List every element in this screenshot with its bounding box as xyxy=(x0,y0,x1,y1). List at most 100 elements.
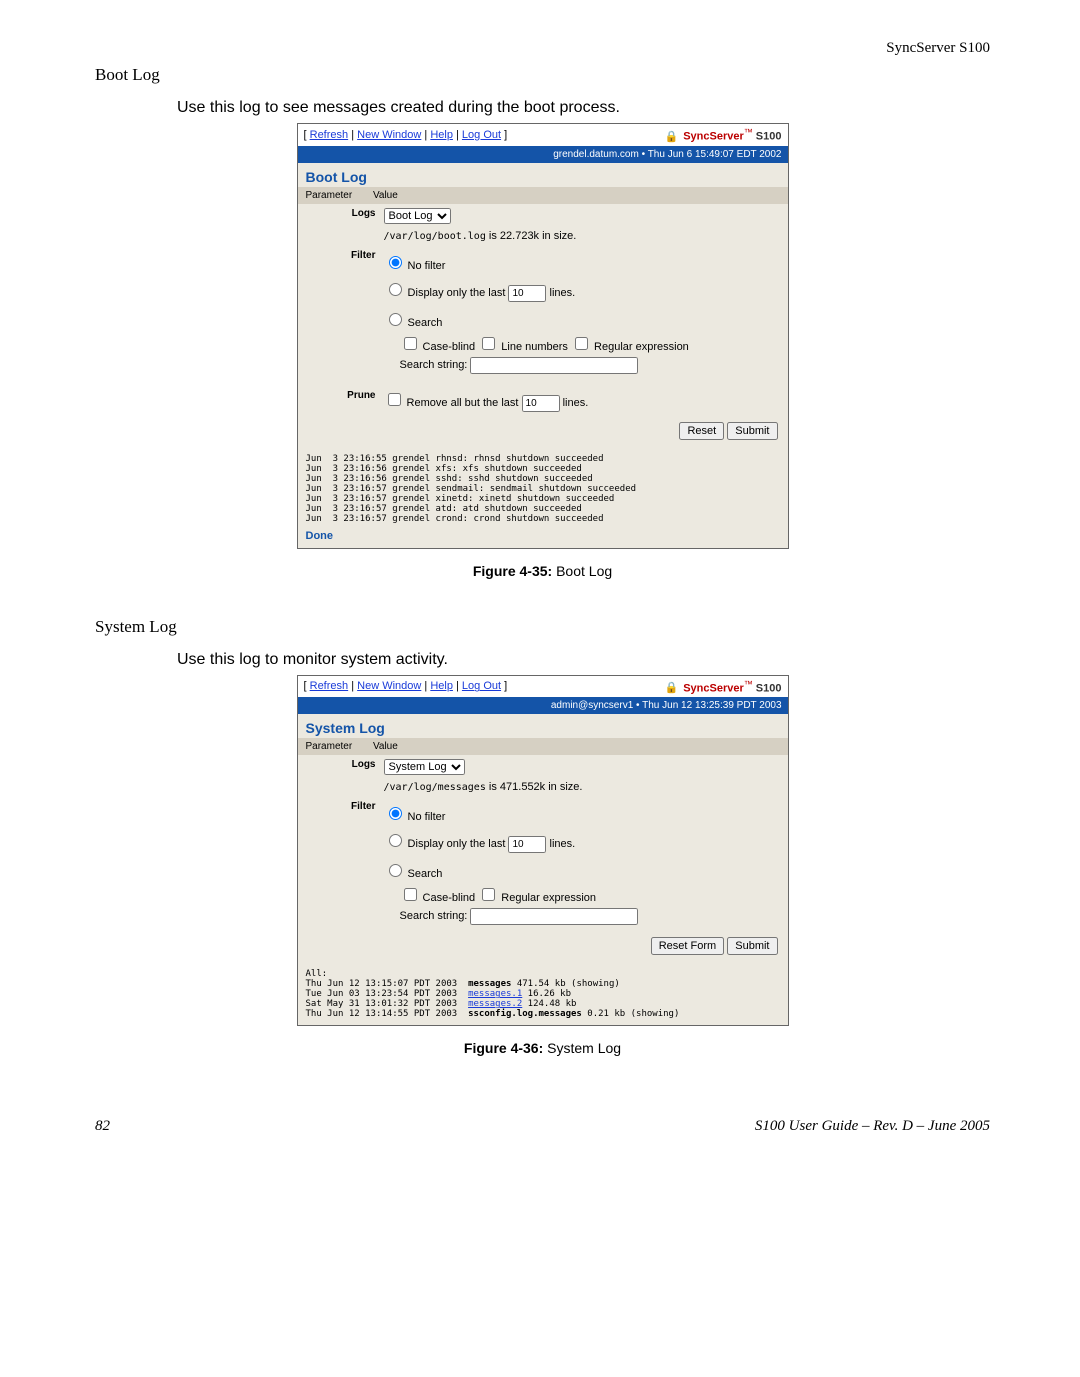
status-bar-syslog: admin@syncserv1 • Thu Jun 12 13:25:39 PD… xyxy=(298,697,788,714)
sys-regex-text: Regular expression xyxy=(498,892,596,904)
sys-out-row-rest: 0.21 kb (showing) xyxy=(582,1009,680,1019)
brand-tm: ™ xyxy=(744,679,753,689)
boot-regex-text: Regular expression xyxy=(591,341,689,353)
boot-line-numbers-text: Line numbers xyxy=(498,341,571,353)
sys-display-post: lines. xyxy=(546,838,575,850)
boot-regex-check[interactable] xyxy=(575,337,588,350)
sys-log-title: System Log xyxy=(298,714,788,738)
sys-regex-check[interactable] xyxy=(482,888,495,901)
boot-display-pre: Display only the last xyxy=(405,287,509,299)
boot-radio-nofilter[interactable] xyxy=(389,256,402,269)
sys-case-blind-check[interactable] xyxy=(404,888,417,901)
nav-help[interactable]: Help xyxy=(430,129,453,141)
filter-label: Filter xyxy=(306,250,384,376)
param-header-p: Parameter xyxy=(306,741,353,752)
sys-out-row-date: Thu Jun 12 13:14:55 PDT 2003 xyxy=(306,1009,469,1019)
sys-reset-button[interactable] xyxy=(651,937,724,955)
boot-prune-post: lines. xyxy=(560,397,589,409)
figure-caption-syslog: Figure 4-36: System Log xyxy=(95,1040,990,1056)
boot-reset-button[interactable] xyxy=(679,422,724,440)
sys-search-string-input[interactable] xyxy=(470,908,638,925)
boot-search-text: Search xyxy=(405,317,443,329)
boot-search-string-label: Search string: xyxy=(400,359,471,371)
sys-out-row-rest: 124.48 kb xyxy=(522,999,576,1009)
figure-sub: System Log xyxy=(543,1040,621,1056)
nav-row-bootlog: [ Refresh | New Window | Help | Log Out … xyxy=(298,124,788,146)
page-footer: 82 S100 User Guide – Rev. D – June 2005 xyxy=(95,1118,990,1135)
boot-display-input[interactable] xyxy=(508,285,546,302)
boot-path: /var/log/boot.log xyxy=(384,231,486,242)
sys-filter-label: Filter xyxy=(306,801,384,927)
boot-radio-search[interactable] xyxy=(389,313,402,326)
boot-nofilter-text: No filter xyxy=(405,260,446,272)
boot-path-size: is 22.723k in size. xyxy=(486,230,577,242)
sys-search-text: Search xyxy=(405,868,443,880)
nav-new-window[interactable]: New Window xyxy=(357,680,421,692)
sys-out-row-rest: 471.54 kb (showing) xyxy=(511,979,619,989)
boot-prune-check[interactable] xyxy=(388,393,401,406)
nav-refresh[interactable]: Refresh xyxy=(310,129,349,141)
sys-radio-nofilter[interactable] xyxy=(389,807,402,820)
boot-case-blind-check[interactable] xyxy=(404,337,417,350)
figure-number: Figure 4-35: xyxy=(473,563,552,579)
sys-out-row-file: messages xyxy=(468,979,511,989)
param-header-v: Value xyxy=(373,190,398,201)
sys-path: /var/log/messages xyxy=(384,782,486,793)
lock-icon: 🔒 xyxy=(664,131,678,143)
nav-logout[interactable]: Log Out xyxy=(462,129,501,141)
figure-caption-bootlog: Figure 4-35: Boot Log xyxy=(95,563,990,579)
boot-prune-pre: Remove all but the last xyxy=(404,397,522,409)
page-number: 82 xyxy=(95,1118,110,1135)
brand-name: SyncServer xyxy=(683,682,744,694)
sys-radio-display[interactable] xyxy=(389,834,402,847)
brand-tm: ™ xyxy=(744,127,753,137)
boot-logs-select[interactable]: Boot Log xyxy=(384,208,451,224)
nav-new-window[interactable]: New Window xyxy=(357,129,421,141)
sys-out-row-link[interactable]: messages.2 xyxy=(468,999,522,1009)
boot-search-string-input[interactable] xyxy=(470,357,638,374)
sys-all-label: All: xyxy=(306,969,328,979)
nav-bracket-close: ] xyxy=(504,680,507,692)
nav-refresh[interactable]: Refresh xyxy=(310,680,349,692)
sys-display-input[interactable] xyxy=(508,836,546,853)
boot-log-output: Jun 3 23:16:55 grendel rhnsd: rhnsd shut… xyxy=(298,448,788,530)
sys-search-string-label: Search string: xyxy=(400,910,471,922)
sys-nofilter-text: No filter xyxy=(405,811,446,823)
param-header-bootlog: Parameter Value xyxy=(298,187,788,204)
syslog-intro: Use this log to monitor system activity. xyxy=(177,651,990,669)
sys-display-pre: Display only the last xyxy=(405,838,509,850)
param-header-v: Value xyxy=(373,741,398,752)
sys-out-row-date: Sat May 31 13:01:32 PDT 2003 xyxy=(306,999,469,1009)
nav-row-syslog: [ Refresh | New Window | Help | Log Out … xyxy=(298,676,788,698)
sys-logs-select[interactable]: System Log xyxy=(384,759,465,775)
logs-label: Logs xyxy=(306,208,384,242)
boot-log-title: Boot Log xyxy=(298,163,788,187)
sys-radio-search[interactable] xyxy=(389,864,402,877)
boot-submit-button[interactable] xyxy=(727,422,777,440)
boot-radio-display[interactable] xyxy=(389,283,402,296)
boot-case-blind-text: Case-blind xyxy=(420,341,479,353)
sys-out-row-rest: 16.26 kb xyxy=(522,989,571,999)
sys-out-row-file: ssconfig.log.messages xyxy=(468,1009,582,1019)
syslog-app-window: [ Refresh | New Window | Help | Log Out … xyxy=(297,675,789,1027)
sys-submit-button[interactable] xyxy=(727,937,777,955)
sys-case-blind-text: Case-blind xyxy=(420,892,479,904)
section-heading-syslog: System Log xyxy=(95,617,990,637)
sys-out-row-date: Tue Jun 03 13:23:54 PDT 2003 xyxy=(306,989,469,999)
sys-out-row-link[interactable]: messages.1 xyxy=(468,989,522,999)
boot-line-numbers-check[interactable] xyxy=(482,337,495,350)
bootlog-app-window: [ Refresh | New Window | Help | Log Out … xyxy=(297,123,789,549)
param-header-p: Parameter xyxy=(306,190,353,201)
section-heading-bootlog: Boot Log xyxy=(95,65,990,85)
sys-log-output: All: Thu Jun 12 13:15:07 PDT 2003 messag… xyxy=(298,963,788,1025)
brand-name: SyncServer xyxy=(683,131,744,143)
lock-icon: 🔒 xyxy=(664,682,678,694)
nav-logout[interactable]: Log Out xyxy=(462,680,501,692)
bootlog-intro: Use this log to see messages created dur… xyxy=(177,99,990,117)
param-header-syslog: Parameter Value xyxy=(298,738,788,755)
sys-path-size: is 471.552k in size. xyxy=(486,781,583,793)
nav-help[interactable]: Help xyxy=(430,680,453,692)
boot-prune-input[interactable] xyxy=(522,395,560,412)
footer-right-text: S100 User Guide – Rev. D – June 2005 xyxy=(755,1118,990,1135)
status-bar-bootlog: grendel.datum.com • Thu Jun 6 15:49:07 E… xyxy=(298,146,788,163)
